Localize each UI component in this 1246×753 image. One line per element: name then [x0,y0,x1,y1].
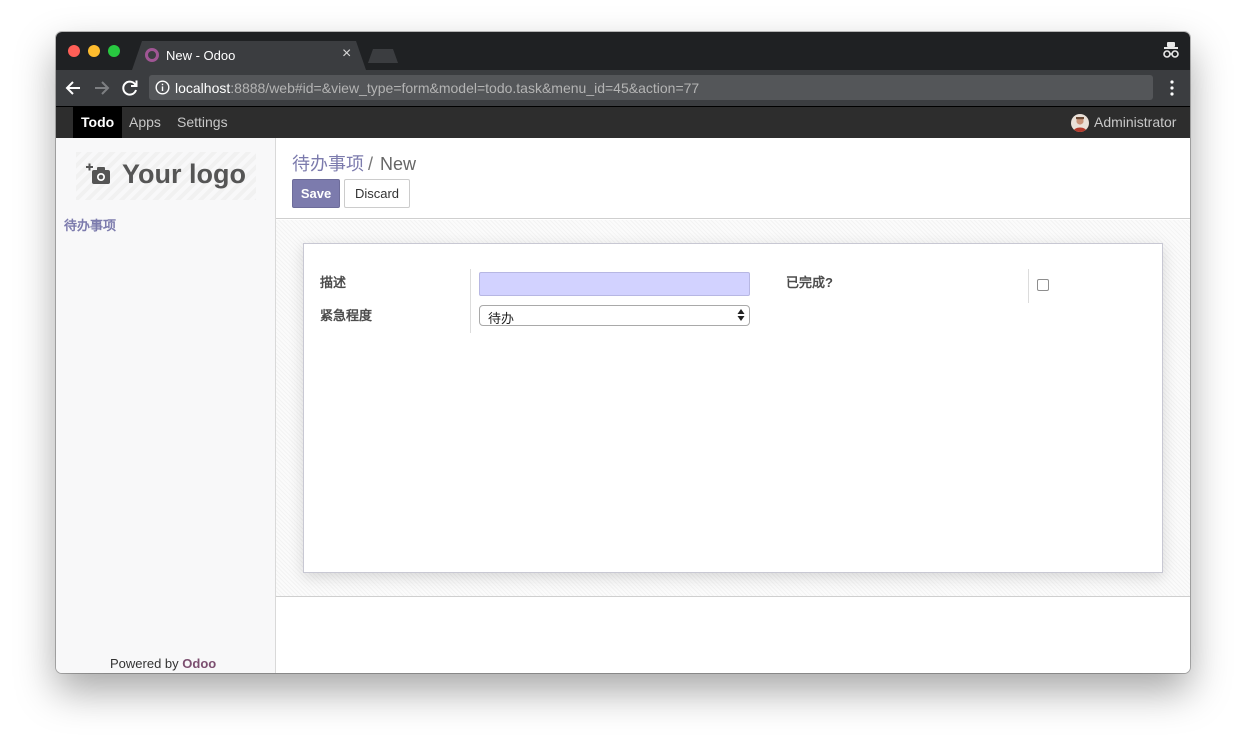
tab-title: New - Odoo [166,48,236,63]
form-view: 描述 紧急程度 待办 已完成? [276,220,1190,597]
odoo-link[interactable]: Odoo [182,656,216,671]
urgency-select[interactable]: 待办 [479,305,750,326]
urgency-label: 紧急程度 [320,308,373,323]
menu-kebab-icon[interactable] [1164,78,1180,98]
new-tab-button[interactable] [368,49,398,63]
app-sidebar: Your logo 待办事项 Powered by Odoo [56,138,276,673]
column-divider [470,269,471,333]
reload-icon[interactable] [120,78,140,98]
maximize-window-button[interactable] [108,45,120,57]
info-icon[interactable] [155,80,170,95]
done-label: 已完成? [786,275,833,290]
nav-item-todo[interactable]: Todo [73,107,123,138]
avatar [1071,114,1089,132]
nav-item-apps[interactable]: Apps [121,107,169,138]
description-label: 描述 [320,275,347,290]
tab-close-icon[interactable]: × [342,46,351,62]
main-content: 待办事项 / New Save Discard 描述 紧急程度 待办 已完成? [276,138,1190,673]
user-name: Administrator [1094,114,1177,130]
browser-toolbar: localhost:8888/web#id=&view_type=form&mo… [56,70,1190,106]
sidebar-item-todo[interactable]: 待办事项 [64,215,116,234]
powered-by-footer: Powered by Odoo [110,656,216,671]
select-arrows-icon [737,309,745,321]
logo-text: Your logo [122,159,246,189]
url-text: localhost:8888/web#id=&view_type=form&mo… [175,80,699,96]
breadcrumb-separator: / [368,154,374,174]
powered-by-text: Powered by [110,656,179,671]
browser-tab[interactable]: New - Odoo × [132,41,366,70]
url-path: :8888/web#id=&view_type=form&model=todo.… [230,80,700,96]
control-panel: 待办事项 / New Save Discard [276,138,1190,219]
form-sheet: 描述 紧急程度 待办 已完成? [303,243,1163,573]
urgency-selected-value: 待办 [488,311,515,326]
forward-arrow-icon[interactable] [91,78,111,98]
address-bar[interactable]: localhost:8888/web#id=&view_type=form&mo… [149,75,1153,100]
nav-item-settings[interactable]: Settings [169,107,236,138]
breadcrumb-current: New [380,154,417,174]
tab-strip: New - Odoo × [56,32,1190,70]
breadcrumb-parent-link[interactable]: 待办事项 [292,154,364,174]
back-arrow-icon[interactable] [64,78,84,98]
company-logo[interactable]: Your logo [76,152,256,200]
discard-button[interactable]: Discard [344,179,410,208]
close-window-button[interactable] [68,45,80,57]
url-host: localhost [175,80,231,96]
column-divider [1028,269,1029,303]
breadcrumb: 待办事项 / New [292,150,416,176]
done-checkbox[interactable] [1037,279,1049,291]
odoo-favicon-icon [145,48,159,62]
minimize-window-button[interactable] [88,45,100,57]
save-button[interactable]: Save [292,179,340,208]
camera-add-icon [86,163,110,184]
incognito-icon [1163,42,1179,58]
odoo-main-navbar: Todo Apps Settings Administrator [56,106,1190,138]
browser-window: New - Odoo × localhost:8888/web#id=&view… [56,32,1190,673]
description-input[interactable] [479,272,750,296]
